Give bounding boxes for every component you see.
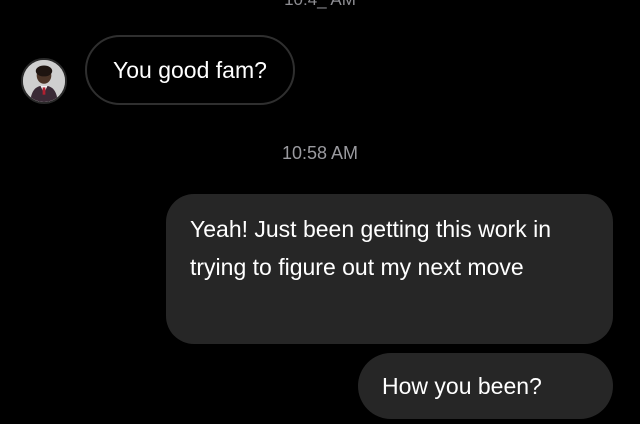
message-text: You good fam? [113,56,267,83]
sent-message-bubble[interactable]: Yeah! Just been getting this work in try… [166,194,613,344]
top-timestamp: 10:4_ AM [0,0,640,10]
sent-message-bubble[interactable]: How you been? [358,353,613,419]
avatar-image-icon [23,60,65,102]
contact-avatar[interactable] [21,58,67,104]
message-text: Yeah! Just been getting this work in try… [190,216,551,280]
received-message-bubble[interactable]: You good fam? [85,35,295,105]
message-timestamp: 10:58 AM [281,143,359,163]
message-text: How you been? [382,373,542,399]
